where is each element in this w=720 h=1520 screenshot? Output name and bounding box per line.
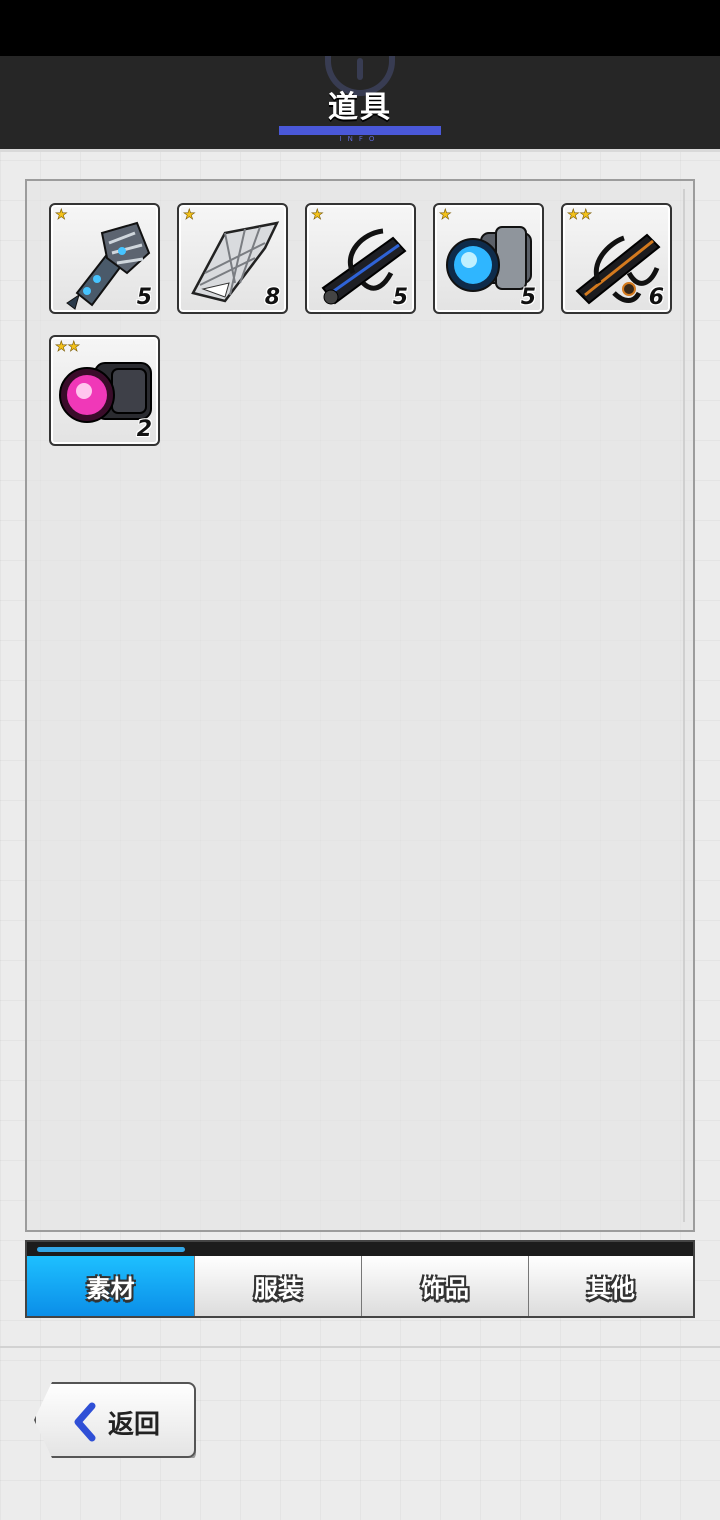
item-count: 5 xyxy=(136,285,152,310)
tab-materials[interactable]: 素材 xyxy=(27,1256,194,1316)
title-underline xyxy=(279,126,441,135)
item-count: 5 xyxy=(392,285,408,310)
inventory-panel: ★ 5 ★ 8 ★ 5 ★ 5 ★★ 6 ★★ 2 xyxy=(25,179,695,1232)
item-slot-silver-frame[interactable]: ★ 8 xyxy=(177,203,288,314)
page-title: 道具 xyxy=(328,90,392,125)
tab-others[interactable]: 其他 xyxy=(528,1256,693,1316)
tab-accessories[interactable]: 饰品 xyxy=(361,1256,528,1316)
tab-indicator-track xyxy=(27,1242,693,1256)
item-slot-blue-cable[interactable]: ★ 5 xyxy=(305,203,416,314)
scrollbar[interactable] xyxy=(683,189,685,1222)
divider xyxy=(0,1346,720,1348)
item-slot-blue-lamp[interactable]: ★ 5 xyxy=(433,203,544,314)
tab-costumes[interactable]: 服装 xyxy=(194,1256,361,1316)
item-slot-spiked-armor[interactable]: ★ 5 xyxy=(49,203,160,314)
tab-indicator xyxy=(37,1247,185,1252)
item-count: 2 xyxy=(136,417,152,442)
page-subtitle: INFO xyxy=(339,135,381,143)
back-button[interactable]: 返回 xyxy=(34,1382,196,1458)
header: 道具 INFO xyxy=(0,56,720,152)
category-tabs: 素材 服装 饰品 其他 xyxy=(25,1240,695,1318)
item-slot-pink-lamp[interactable]: ★★ 2 xyxy=(49,335,160,446)
item-count: 6 xyxy=(648,285,664,310)
back-button-label: 返回 xyxy=(108,1410,161,1440)
status-bar xyxy=(0,0,720,56)
chevron-left-icon xyxy=(74,1402,96,1442)
item-slot-orange-cable[interactable]: ★★ 6 xyxy=(561,203,672,314)
item-count: 8 xyxy=(264,285,280,310)
item-count: 5 xyxy=(520,285,536,310)
